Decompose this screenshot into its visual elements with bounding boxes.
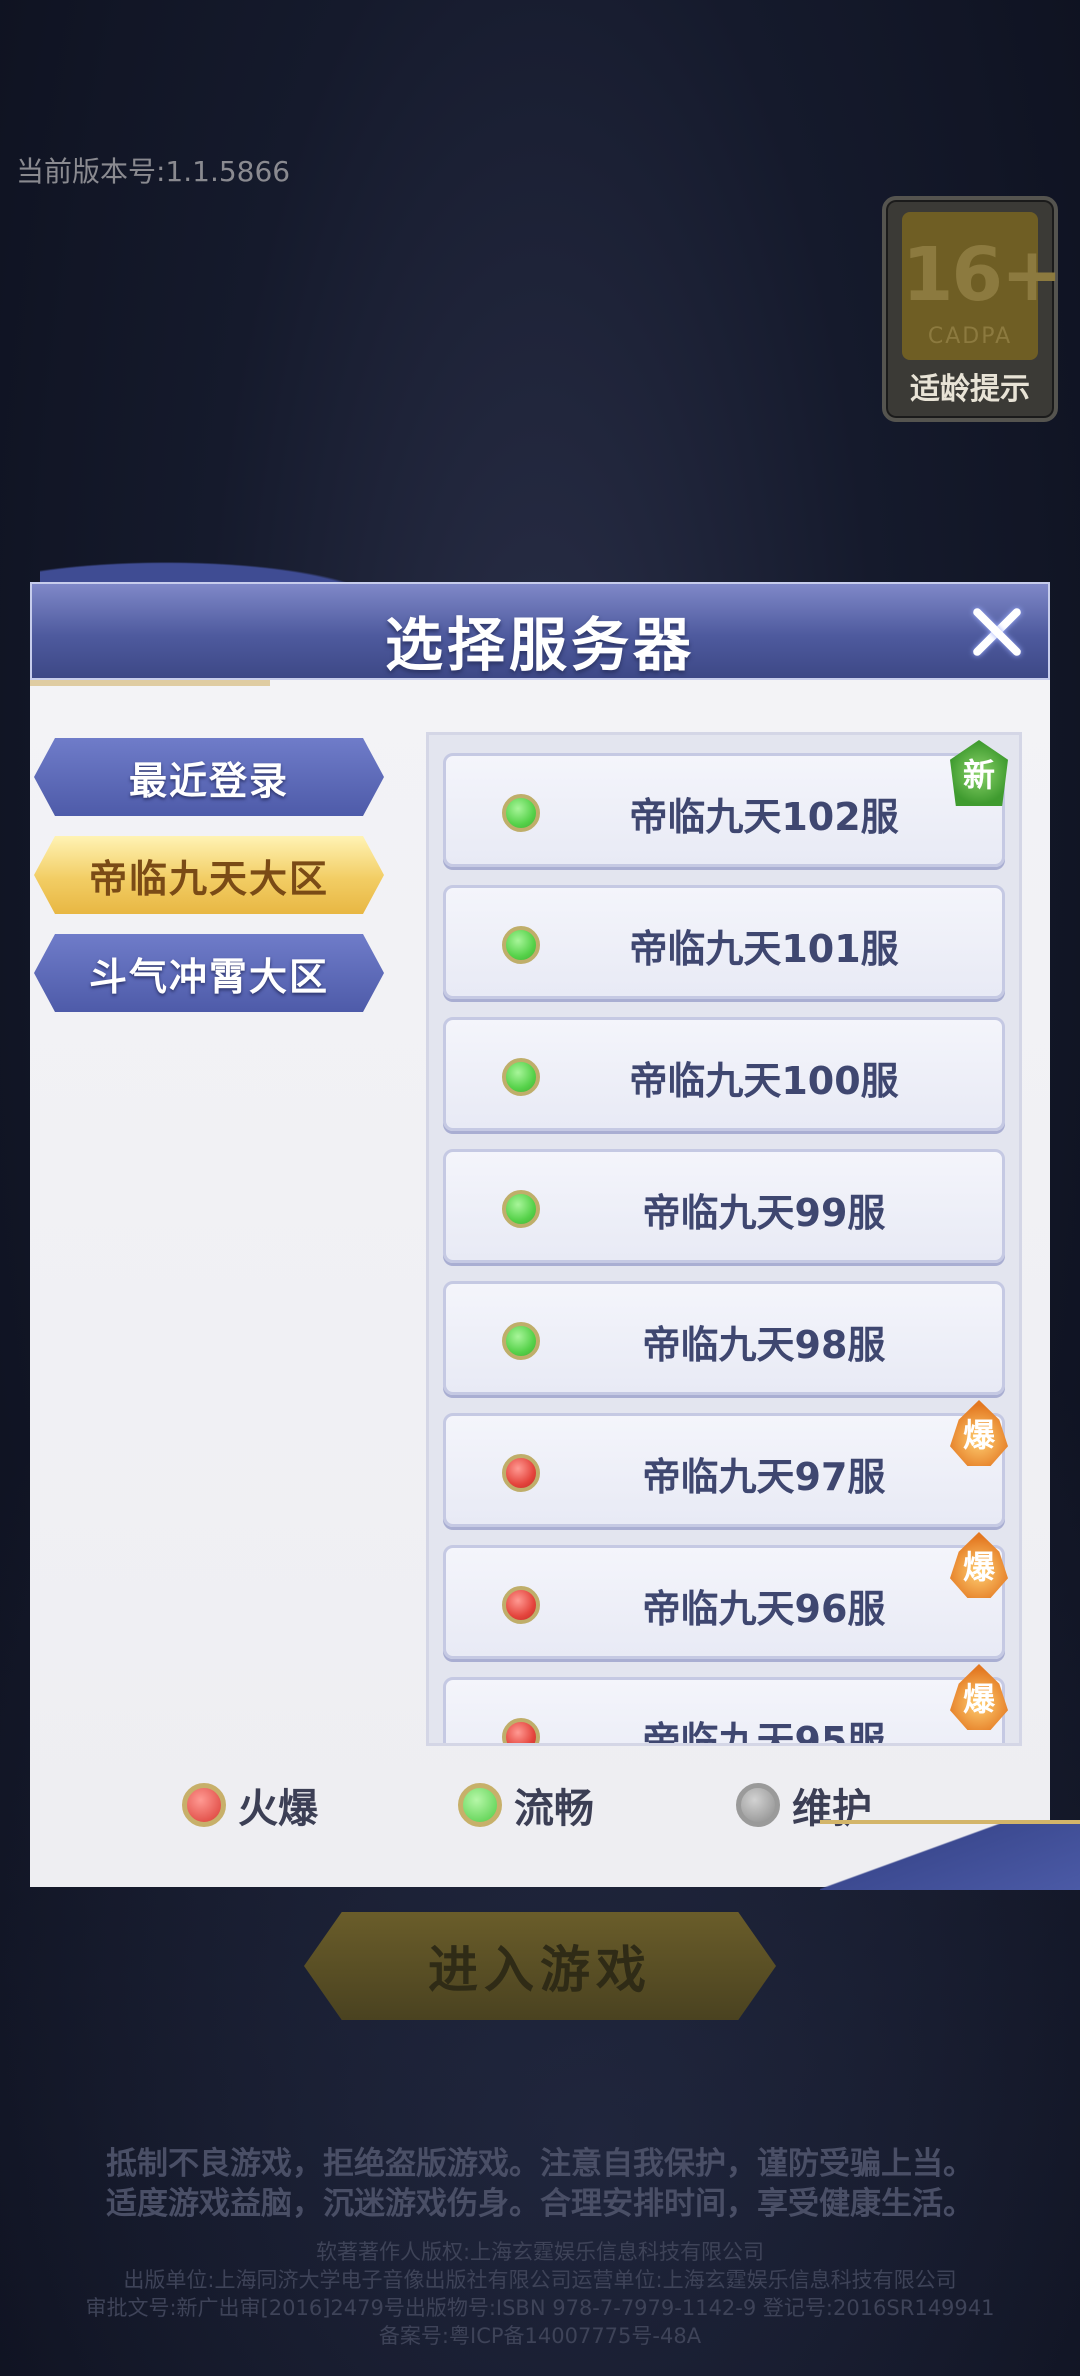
health-notice-line: 抵制不良游戏，拒绝盗版游戏。注意自我保护，谨防受骗上当。	[106, 2146, 974, 2182]
server-item[interactable]: 帝临九天97服 爆	[443, 1400, 1008, 1527]
legend-label: 流畅	[514, 1786, 594, 1832]
hot-badge-icon: 爆	[950, 1532, 1008, 1598]
copyright-line: 备案号:粤ICP备14007775号-48A	[378, 2324, 702, 2348]
status-dot-icon	[502, 1454, 540, 1492]
server-item[interactable]: 帝临九天101服	[443, 885, 1005, 999]
age-rating-label: 适龄提示	[910, 372, 1030, 407]
age-rating-number: 16+	[902, 232, 1063, 318]
red-dot-icon	[182, 1783, 226, 1827]
server-name: 帝临九天100服	[629, 1059, 899, 1103]
server-name: 帝临九天98服	[642, 1323, 886, 1367]
hot-badge-icon: 爆	[950, 1664, 1008, 1730]
copyright-line: 出版单位:上海同济大学电子音像出版社有限公司运营单位:上海玄霆娱乐信息科技有限公…	[123, 2268, 957, 2292]
age-rating-org: CADPA	[927, 324, 1013, 349]
copyright-line: 审批文号:新广出审[2016]2479号出版物号:ISBN 978-7-7979…	[85, 2296, 995, 2320]
server-name: 帝临九天95服	[642, 1719, 886, 1746]
server-name: 帝临九天96服	[642, 1587, 886, 1631]
dialog-header: 选择服务器	[30, 582, 1050, 680]
server-item[interactable]: 帝临九天102服 新	[443, 740, 1008, 867]
tab-label: 帝临九天大区	[88, 856, 329, 901]
server-item[interactable]: 帝临九天100服	[443, 1017, 1005, 1131]
server-list[interactable]: 帝临九天102服 新 帝临九天101服 帝临九天100服 帝临九天99服 帝临九…	[426, 732, 1022, 1746]
health-notice-line: 适度游戏益脑，沉迷游戏伤身。合理安排时间，享受健康生活。	[106, 2186, 974, 2222]
enter-game-button[interactable]: 进入游戏	[304, 1912, 776, 2020]
green-dot-icon	[458, 1783, 502, 1827]
age-rating-emblem: 16+ CADPA	[902, 212, 1063, 360]
new-badge-icon: 新	[950, 740, 1008, 806]
status-dot-icon	[502, 1190, 540, 1228]
status-dot-icon	[502, 1718, 540, 1743]
status-dot-icon	[502, 926, 540, 964]
tab-label: 斗气冲霄大区	[88, 954, 329, 999]
status-dot-icon	[502, 794, 540, 832]
server-item[interactable]: 帝临九天99服	[443, 1149, 1005, 1263]
close-icon[interactable]	[966, 602, 1026, 662]
tab-recent-login[interactable]: 最近登录	[34, 738, 384, 816]
server-item[interactable]: 帝临九天98服	[443, 1281, 1005, 1395]
footer-decoration	[820, 1820, 1080, 1890]
status-dot-icon	[502, 1586, 540, 1624]
age-rating-badge[interactable]: 16+ CADPA 适龄提示	[882, 196, 1063, 422]
tab-label: 最近登录	[128, 758, 289, 803]
server-name: 帝临九天99服	[642, 1191, 886, 1235]
server-item[interactable]: 帝临九天95服 爆	[443, 1664, 1008, 1746]
version-label: 当前版本号:1.1.5866	[16, 155, 291, 188]
copyright-line: 软著著作人版权:上海玄霆娱乐信息科技有限公司	[315, 2240, 765, 2264]
tab-dilin-jiutian-region[interactable]: 帝临九天大区	[34, 836, 384, 914]
tab-douqi-chongxiao-region[interactable]: 斗气冲霄大区	[34, 934, 384, 1012]
server-name: 帝临九天101服	[629, 927, 899, 971]
gray-dot-icon	[736, 1783, 780, 1827]
legend-label: 火爆	[238, 1786, 318, 1832]
enter-game-label: 进入游戏	[428, 1941, 652, 1999]
legend-item-smooth: 流畅	[458, 1776, 594, 1834]
status-dot-icon	[502, 1322, 540, 1360]
dialog-title: 选择服务器	[384, 611, 695, 679]
gold-decoration	[30, 680, 270, 746]
server-name: 帝临九天102服	[629, 795, 899, 839]
server-name: 帝临九天97服	[642, 1455, 886, 1499]
status-dot-icon	[502, 1058, 540, 1096]
server-item[interactable]: 帝临九天96服 爆	[443, 1532, 1008, 1659]
legend-item-hot: 火爆	[182, 1776, 318, 1834]
hot-badge-icon: 爆	[950, 1400, 1008, 1466]
